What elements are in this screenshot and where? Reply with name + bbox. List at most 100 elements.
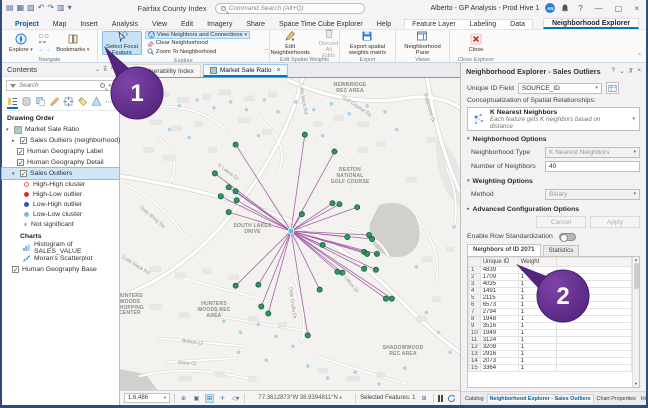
table-row[interactable]: 340351 [469, 281, 632, 288]
weighting-options-header[interactable]: ▾Weighting Options [467, 175, 640, 187]
table-row[interactable]: 1533641 [469, 365, 632, 372]
layer-checkbox[interactable] [17, 159, 24, 166]
snap-tool-icon[interactable]: ✛ [218, 394, 227, 403]
expander-icon[interactable]: ▾ [6, 127, 11, 133]
close-pane-icon[interactable]: × [110, 66, 114, 73]
map-coordinates[interactable]: 77.3612873°W 38.9394811°N ▾ [249, 395, 351, 401]
select-tool-icon[interactable]: ▣ [192, 394, 201, 403]
tab-feature-layer[interactable]: Feature Layer [405, 20, 463, 29]
list-by-selection-icon[interactable] [35, 96, 46, 107]
pane-menu-icon[interactable]: ⌄ [95, 66, 100, 73]
tab-help[interactable]: Help [370, 20, 398, 29]
table-row[interactable]: 1232081 [469, 344, 632, 351]
layer-checkbox[interactable] [20, 170, 27, 177]
explore-button[interactable]: Explore ▾ [6, 31, 36, 55]
table-row[interactable]: 217091 [469, 274, 632, 281]
layer-sales-outliers[interactable]: ▾ Sales Outliers [2, 168, 119, 179]
select-focal-feature-button[interactable]: Select Focal Feature [102, 31, 142, 55]
layer-human-geography-label[interactable]: Human Geography Label [2, 146, 119, 157]
expander-icon[interactable]: ▾ [12, 171, 17, 177]
switch-table-button[interactable] [606, 82, 619, 94]
list-by-data-source-icon[interactable] [21, 96, 32, 107]
map-canvas[interactable]: NEWBRIDGE REC AREARESTON NATIONAL GOLF C… [120, 78, 460, 390]
pane-help-icon[interactable]: ? [611, 67, 615, 75]
refresh-icon[interactable] [447, 394, 456, 403]
toolbar-overflow-icon[interactable]: ⋯ [105, 98, 112, 106]
close-window-button[interactable]: × [631, 4, 642, 13]
layer-checkbox[interactable] [12, 266, 19, 273]
selected-features-count[interactable]: Selected Features: 1 [360, 395, 415, 401]
row-standardization-toggle[interactable] [559, 233, 576, 241]
neighborhood-type-select[interactable]: K Nearest Neighbors▾ [545, 147, 640, 158]
pause-drawing-icon[interactable] [438, 395, 444, 402]
table-row[interactable]: 414911 [469, 288, 632, 295]
avatar[interactable]: AN [545, 3, 555, 13]
pane-menu-icon[interactable]: ⌄ [619, 67, 624, 75]
list-by-editing-icon[interactable] [49, 96, 60, 107]
layer-human-geography-base[interactable]: Human Geography Base [2, 264, 119, 275]
table-row[interactable]: 1329161 [469, 351, 632, 358]
discard-all-edits-button[interactable]: Discard All Edits [316, 31, 342, 55]
col-unique-id[interactable]: Unique ID [480, 258, 518, 267]
close-tab-icon[interactable]: × [277, 67, 281, 74]
table-row[interactable]: 148391 [469, 267, 632, 274]
navigate-small-buttons[interactable]: ◻ ◻⌗ ⌗← → [39, 33, 50, 53]
table-row[interactable]: 1420731 [469, 358, 632, 365]
bottom-tab-chart-properties[interactable]: Chart Properties [595, 395, 638, 403]
chart-item-histogram[interactable]: Histogram of SALES_VALUE [2, 242, 119, 253]
tab-map[interactable]: Map [46, 20, 74, 29]
list-by-perspective-icon[interactable] [91, 96, 102, 107]
table-scrollbar[interactable]: ▲▼ [632, 257, 639, 387]
neighborhood-pane-button[interactable]: Neighborhood Pane [401, 31, 443, 55]
tab-labeling[interactable]: Labeling [463, 20, 503, 29]
table-row[interactable]: 1019491 [469, 330, 632, 337]
list-by-drawing-order-icon[interactable] [7, 96, 18, 107]
tab-space-time-cube-explorer[interactable]: Space Time Cube Explorer [272, 20, 370, 29]
bottom-tab-neighborhood-explorer-sales-outliers[interactable]: Neighborhood Explorer - Sales Outliers [487, 394, 594, 403]
unique-id-field-select[interactable]: SOURCE_ID▾ [518, 83, 602, 94]
tab-insert[interactable]: Insert [73, 20, 105, 29]
table-row[interactable]: 819481 [469, 316, 632, 323]
help-icon[interactable]: ? [575, 4, 585, 13]
grid-tool-icon[interactable]: ⊞ [205, 394, 214, 403]
undo-icon[interactable]: ↶ [38, 3, 45, 13]
tab-imagery[interactable]: Imagery [200, 20, 239, 29]
search-options-caret-icon[interactable]: ▾ [108, 83, 111, 89]
table-row[interactable]: 521151 [469, 295, 632, 302]
maximize-button[interactable]: ▢ [612, 4, 626, 13]
cancel-button[interactable]: Cancel [536, 216, 586, 228]
contents-search-field[interactable] [19, 82, 97, 89]
minimize-button[interactable]: — [592, 4, 606, 13]
zoom-to-neighborhood-button[interactable]: Zoom To Neighborhood [145, 48, 250, 56]
table-tab-statistics[interactable]: Statistics [543, 245, 580, 256]
edit-neighborhoods-button[interactable]: Edit Neighborhoods [268, 31, 313, 55]
tab-neighborhood-explorer[interactable]: Neighborhood Explorer [543, 18, 639, 29]
map-scale-select[interactable]: 1:6,486 ▾ [124, 393, 170, 403]
tab-market-sale-ratio[interactable]: Market Sale Ratio × [203, 64, 288, 77]
layer-checkbox[interactable] [17, 148, 24, 155]
pane-close-icon[interactable]: × [637, 67, 641, 75]
table-tab-neighbors[interactable]: Neighbors of ID 2071 [467, 244, 541, 256]
tab-project[interactable]: Project [8, 20, 46, 29]
number-of-neighbors-input[interactable]: 40 [545, 161, 640, 172]
add-data-icon[interactable]: ▥ [57, 3, 65, 13]
tab-data[interactable]: Data [503, 20, 532, 29]
layer-market-sale-ratio[interactable]: ▾ Market Sale Ratio [2, 124, 119, 135]
table-row[interactable]: 665731 [469, 302, 632, 309]
tab-analysis[interactable]: Analysis [105, 20, 145, 29]
open-project-icon[interactable]: ▧ [27, 3, 35, 13]
concept-caret-icon[interactable]: ▾ [632, 116, 635, 122]
flow-tool-icon[interactable]: ◁▾ [231, 394, 240, 403]
chart-item-morans-scatterplot[interactable]: Moran's Scatterplot [2, 253, 119, 264]
new-project-icon[interactable]: ▦ [17, 3, 25, 13]
tab-edit[interactable]: Edit [174, 20, 200, 29]
view-neighbors-connections-button[interactable]: View Neighbors and Connections▾ [145, 31, 250, 39]
attribute-table-icon[interactable]: ⊞ [420, 394, 429, 403]
pin-icon[interactable]: ⊼ [103, 66, 107, 73]
table-row[interactable]: 935161 [469, 323, 632, 330]
bottom-tab-catalog[interactable]: Catalog [463, 395, 486, 403]
apply-button[interactable]: Apply [590, 216, 640, 228]
command-search-input[interactable]: Command Search (Alt+Q) [215, 3, 365, 14]
col-weight[interactable]: Weight [518, 258, 556, 267]
tab-view[interactable]: View [145, 20, 174, 29]
